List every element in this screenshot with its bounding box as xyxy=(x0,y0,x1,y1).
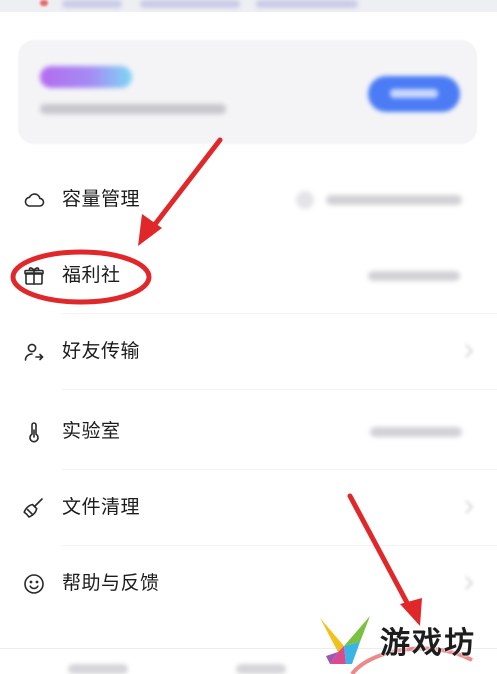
menu-item-label: 好友传输 xyxy=(62,340,141,362)
menu-item-storage[interactable]: 容量管理 xyxy=(0,162,497,238)
divider xyxy=(62,389,497,390)
watermark-logo-icon xyxy=(320,616,370,664)
blurred-text xyxy=(256,0,358,8)
menu-item-welfare[interactable]: 福利社 xyxy=(0,238,497,314)
promo-card[interactable] xyxy=(18,40,477,144)
blurred-value xyxy=(326,195,462,205)
watermark-text: 游戏坊 xyxy=(380,626,476,661)
blurred-text xyxy=(68,664,128,674)
broom-icon xyxy=(22,496,46,520)
gift-icon xyxy=(22,264,46,288)
menu-item-label: 容量管理 xyxy=(62,188,141,210)
menu-item-label: 福利社 xyxy=(62,264,121,286)
chevron-right-icon xyxy=(465,576,473,590)
blurred-value xyxy=(370,427,462,437)
blurred-text xyxy=(62,0,122,8)
cloud-icon xyxy=(22,188,46,212)
menu-item-help-feedback[interactable]: 帮助与反馈 xyxy=(0,546,497,622)
blurred-value-icon xyxy=(296,191,314,209)
watermark: 游戏坊 xyxy=(316,612,486,668)
blurred-indicator xyxy=(40,0,48,6)
thermometer-icon xyxy=(22,420,46,444)
menu-item-label: 文件清理 xyxy=(62,496,141,518)
blurred-text xyxy=(140,0,240,8)
promo-badge xyxy=(40,66,132,88)
top-blurred-strip xyxy=(0,0,497,12)
smile-icon xyxy=(22,572,46,596)
menu-item-friend-transfer[interactable]: 好友传输 xyxy=(0,314,497,390)
chevron-right-icon xyxy=(465,344,473,358)
promo-subtitle xyxy=(40,104,226,114)
chevron-right-icon xyxy=(465,500,473,514)
promo-button-label xyxy=(390,89,438,98)
menu-item-label: 实验室 xyxy=(62,420,121,442)
blurred-text xyxy=(236,664,286,674)
menu-item-file-cleanup[interactable]: 文件清理 xyxy=(0,470,497,546)
menu-item-lab[interactable]: 实验室 xyxy=(0,394,497,470)
promo-action-button[interactable] xyxy=(368,76,460,112)
menu-item-label: 帮助与反馈 xyxy=(62,572,160,594)
friend-transfer-icon xyxy=(22,340,46,364)
blurred-value xyxy=(368,271,460,281)
